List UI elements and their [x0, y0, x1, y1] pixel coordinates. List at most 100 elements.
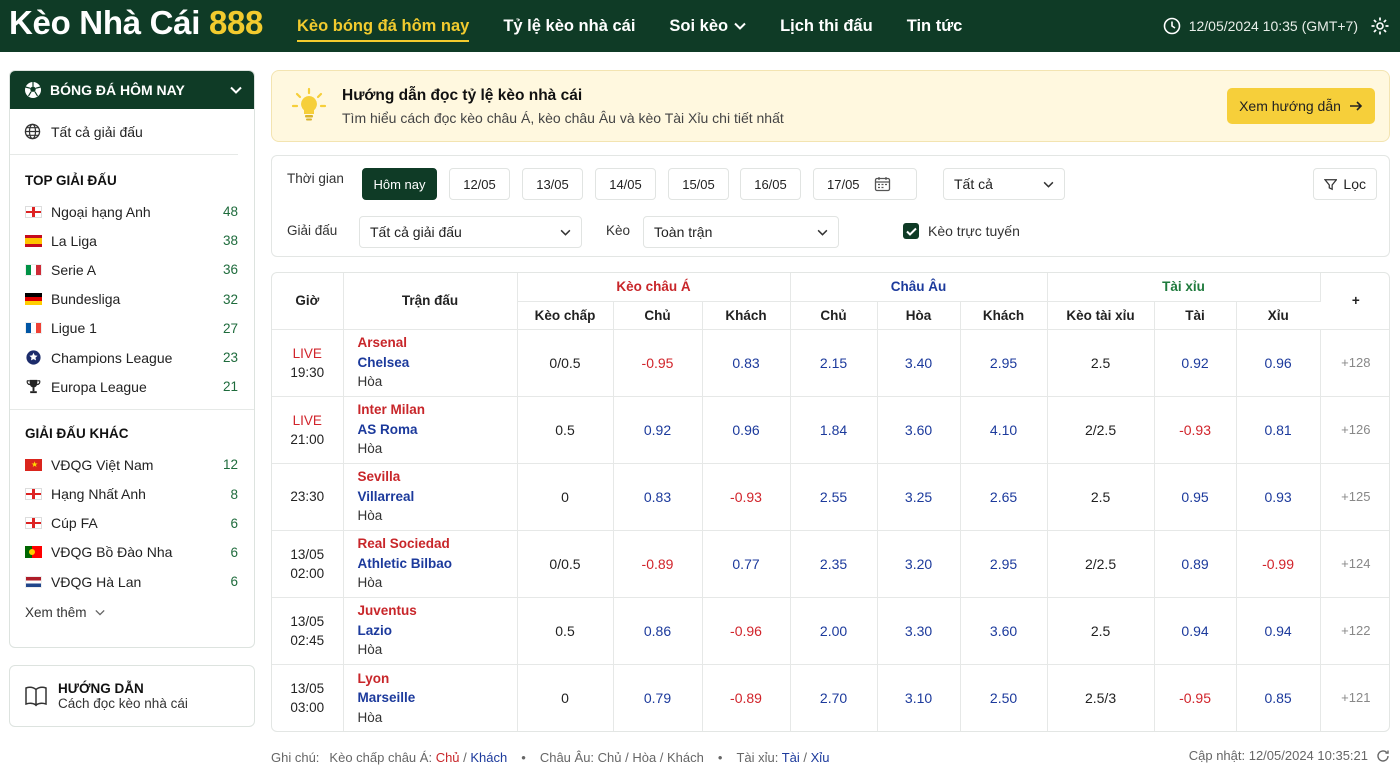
col-match[interactable]: Trận đấu [343, 273, 518, 330]
euro-home-odds[interactable]: 2.00 [790, 597, 878, 665]
euro-draw-odds[interactable]: 3.10 [877, 664, 961, 731]
sidebar-item-all-leagues[interactable]: Tất cả giải đấu [10, 109, 238, 155]
guide-card[interactable]: HƯỚNG DẪN Cách đọc kèo nhà cái [9, 665, 255, 727]
date-chip-picker[interactable]: 17/05 [813, 168, 917, 200]
home-team[interactable]: Juventus [358, 601, 517, 621]
date-chip[interactable]: 13/05 [522, 168, 583, 200]
asia-home-odds[interactable]: 0.83 [613, 463, 703, 531]
sidebar-item-vdqg-bo-dao-nha[interactable]: VĐQG Bồ Đào Nha 6 [10, 538, 254, 567]
home-team[interactable]: Inter Milan [358, 400, 517, 420]
euro-draw-odds[interactable]: 3.25 [877, 463, 961, 531]
nav-item-keo-bong-da[interactable]: Kèo bóng đá hôm nay [297, 0, 470, 52]
match-cell[interactable]: Arsenal Chelsea Hòa [343, 329, 518, 397]
euro-away-odds[interactable]: 4.10 [960, 396, 1048, 464]
status-select[interactable]: Tất cả [943, 168, 1065, 200]
home-team[interactable]: Real Sociedad [358, 534, 517, 554]
away-team[interactable]: Marseille [358, 688, 517, 708]
match-cell[interactable]: Real Sociedad Athletic Bilbao Hòa [343, 530, 518, 598]
sidebar-item-hang-nhat-anh[interactable]: Hạng Nhất Anh 8 [10, 480, 254, 509]
col-more[interactable]: + [1320, 273, 1389, 330]
asia-away-odds[interactable]: 0.77 [702, 530, 791, 598]
gear-icon[interactable] [1370, 16, 1390, 36]
asia-home-odds[interactable]: 0.92 [613, 396, 703, 464]
nav-item-ty-le-keo[interactable]: Tỷ lệ kèo nhà cái [503, 0, 635, 52]
more-markets-link[interactable]: +121 [1320, 664, 1389, 731]
euro-away-odds[interactable]: 2.50 [960, 664, 1048, 731]
away-team[interactable]: AS Roma [358, 420, 517, 440]
euro-home-odds[interactable]: 2.55 [790, 463, 878, 531]
under-odds[interactable]: 0.93 [1236, 463, 1321, 531]
match-cell[interactable]: Inter Milan AS Roma Hòa [343, 396, 518, 464]
see-more-link[interactable]: Xem thêm [10, 596, 254, 628]
nav-item-tin-tuc[interactable]: Tin tức [907, 0, 963, 52]
date-chip[interactable]: 15/05 [668, 168, 729, 200]
col-time[interactable]: Giờ [272, 273, 344, 330]
asia-home-odds[interactable]: 0.86 [613, 597, 703, 665]
euro-draw-odds[interactable]: 3.20 [877, 530, 961, 598]
more-markets-link[interactable]: +124 [1320, 530, 1389, 598]
over-odds[interactable]: -0.93 [1154, 396, 1237, 464]
sidebar-item-cup-fa[interactable]: Cúp FA 6 [10, 509, 254, 538]
date-chip-today[interactable]: Hôm nay [362, 168, 437, 200]
table-row[interactable]: 13/05 02:45 Juventus Lazio Hòa 0.5 0.86 -0.96 2.… [272, 597, 1389, 665]
under-odds[interactable]: -0.99 [1236, 530, 1321, 598]
home-team[interactable]: Arsenal [358, 333, 517, 353]
asia-home-odds[interactable]: -0.89 [613, 530, 703, 598]
match-cell[interactable]: Juventus Lazio Hòa [343, 597, 518, 665]
asia-away-odds[interactable]: -0.96 [702, 597, 791, 665]
date-chip[interactable]: 14/05 [595, 168, 656, 200]
table-row[interactable]: 13/05 02:00 Real Sociedad Athletic Bilbao Hò… [272, 530, 1389, 598]
more-markets-link[interactable]: +126 [1320, 396, 1389, 464]
checkbox[interactable] [903, 223, 919, 239]
table-row[interactable]: 23:30 Sevilla Villarreal Hòa 0 0.83 -0.93 2.55 3… [272, 463, 1389, 531]
sidebar-item-serie-a[interactable]: Serie A 36 [10, 255, 254, 284]
live-odds-toggle[interactable]: Kèo trực tuyến [903, 223, 1020, 239]
asia-away-odds[interactable]: 0.96 [702, 396, 791, 464]
match-cell[interactable]: Sevilla Villarreal Hòa [343, 463, 518, 531]
sidebar-item-ligue-1[interactable]: Ligue 1 27 [10, 314, 254, 343]
asia-away-odds[interactable]: 0.83 [702, 329, 791, 397]
home-team[interactable]: Sevilla [358, 467, 517, 487]
site-logo[interactable]: Kèo Nhà Cái 888 [9, 4, 263, 42]
over-odds[interactable]: -0.95 [1154, 664, 1237, 731]
asia-away-odds[interactable]: -0.89 [702, 664, 791, 731]
sidebar-item-premier-league[interactable]: Ngoại hạng Anh 48 [10, 197, 254, 226]
table-row[interactable]: LIVE 21:00 Inter Milan AS Roma Hòa 0.5 0.92 0.9… [272, 396, 1389, 464]
view-guide-button[interactable]: Xem hướng dẫn [1227, 88, 1375, 124]
refresh-icon[interactable] [1376, 749, 1390, 763]
sidebar-item-europa-league[interactable]: Europa League 21 [10, 372, 254, 401]
away-team[interactable]: Athletic Bilbao [358, 554, 517, 574]
more-markets-link[interactable]: +125 [1320, 463, 1389, 531]
sidebar-item-champions-league[interactable]: Champions League 23 [10, 343, 254, 372]
away-team[interactable]: Lazio [358, 621, 517, 641]
nav-item-soi-keo[interactable]: Soi kèo [669, 0, 746, 52]
euro-away-odds[interactable]: 2.95 [960, 530, 1048, 598]
over-odds[interactable]: 0.94 [1154, 597, 1237, 665]
euro-away-odds[interactable]: 3.60 [960, 597, 1048, 665]
euro-draw-odds[interactable]: 3.60 [877, 396, 961, 464]
asia-home-odds[interactable]: -0.95 [613, 329, 703, 397]
away-team[interactable]: Villarreal [358, 487, 517, 507]
euro-away-odds[interactable]: 2.95 [960, 329, 1048, 397]
more-markets-link[interactable]: +128 [1320, 329, 1389, 397]
euro-home-odds[interactable]: 1.84 [790, 396, 878, 464]
table-row[interactable]: 13/05 03:00 Lyon Marseille Hòa 0 0.79 -0.89 2.70… [272, 664, 1389, 731]
over-odds[interactable]: 0.89 [1154, 530, 1237, 598]
euro-home-odds[interactable]: 2.70 [790, 664, 878, 731]
sidebar-item-bundesliga[interactable]: Bundesliga 32 [10, 285, 254, 314]
euro-away-odds[interactable]: 2.65 [960, 463, 1048, 531]
asia-away-odds[interactable]: -0.93 [702, 463, 791, 531]
under-odds[interactable]: 0.94 [1236, 597, 1321, 665]
filter-button[interactable]: Lọc [1313, 168, 1377, 200]
home-team[interactable]: Lyon [358, 669, 517, 689]
euro-home-odds[interactable]: 2.15 [790, 329, 878, 397]
sidebar-header[interactable]: BÓNG ĐÁ HÔM NAY [10, 71, 254, 109]
odds-select[interactable]: Toàn trận [643, 216, 839, 248]
more-markets-link[interactable]: +122 [1320, 597, 1389, 665]
league-select[interactable]: Tất cả giải đấu [359, 216, 582, 248]
under-odds[interactable]: 0.85 [1236, 664, 1321, 731]
under-odds[interactable]: 0.96 [1236, 329, 1321, 397]
sidebar-item-la-liga[interactable]: La Liga 38 [10, 226, 254, 255]
euro-draw-odds[interactable]: 3.40 [877, 329, 961, 397]
sidebar-item-vdqg-ha-lan[interactable]: VĐQG Hà Lan 6 [10, 567, 254, 596]
